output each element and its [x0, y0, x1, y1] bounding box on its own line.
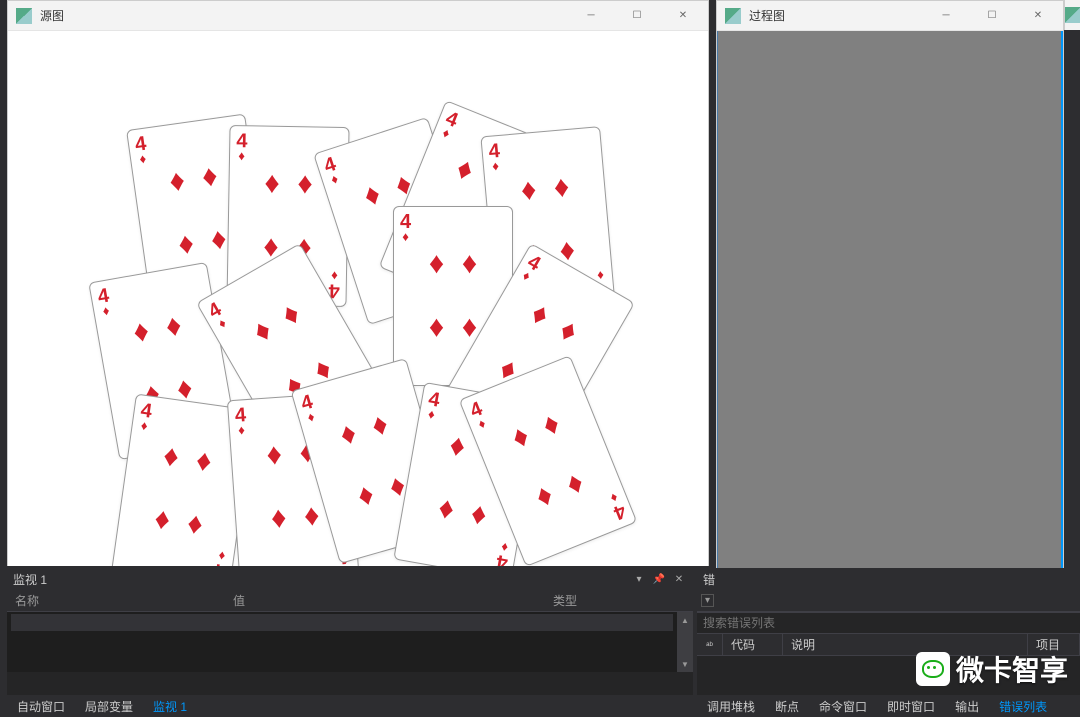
- watch-grid-header: 名称 值 类型: [7, 590, 693, 612]
- app-icon: [16, 8, 32, 24]
- third-window-sliver: [1064, 0, 1080, 30]
- maximize-button[interactable]: ☐: [614, 2, 660, 30]
- watch-panel-title: 监视 1: [13, 571, 47, 588]
- watch-input-row[interactable]: [11, 614, 673, 631]
- col-name[interactable]: 名称: [7, 592, 225, 609]
- error-search-row: [697, 612, 1080, 634]
- source-canvas: 4♦4♦♦♦♦♦4♦4♦♦♦♦♦4♦4♦♦♦♦♦4♦4♦♦♦♦♦4♦4♦♦♦♦♦…: [8, 31, 708, 566]
- tab-immediate[interactable]: 即时窗口: [877, 695, 945, 717]
- tab-commandwindow[interactable]: 命令窗口: [809, 695, 877, 717]
- process-canvas: [717, 31, 1063, 616]
- error-search-input[interactable]: [697, 616, 1080, 630]
- col-type[interactable]: 类型: [545, 592, 693, 609]
- error-col-code[interactable]: 代码: [723, 634, 783, 655]
- error-col-desc[interactable]: 说明: [783, 634, 1028, 655]
- process-image-window: 过程图 ─ ☐ ✕: [716, 0, 1064, 616]
- watch-panel: 监视 1 ▾ 📌 ✕ 名称 值 类型 ▲ ▼: [7, 568, 693, 695]
- close-button[interactable]: ✕: [1015, 2, 1061, 30]
- maximize-button[interactable]: ☐: [969, 2, 1015, 30]
- tab-watch1[interactable]: 监视 1: [143, 695, 197, 717]
- left-tab-strip: 自动窗口 局部变量 监视 1: [7, 695, 693, 717]
- tab-output[interactable]: 输出: [945, 695, 989, 717]
- close-panel-icon[interactable]: ✕: [671, 574, 687, 585]
- window-title: 源图: [40, 7, 568, 24]
- tab-errorlist[interactable]: 错误列表: [989, 695, 1057, 717]
- filter-dropdown[interactable]: ▾: [701, 594, 714, 607]
- error-col-icon[interactable]: ᵃᵇ: [697, 634, 723, 655]
- dropdown-icon[interactable]: ▾: [631, 574, 647, 585]
- tab-locals[interactable]: 局部变量: [75, 695, 143, 717]
- error-filter-row: ▾: [697, 590, 1080, 612]
- pin-icon[interactable]: 📌: [651, 574, 667, 585]
- error-panel-title: 错: [703, 571, 715, 588]
- minimize-button[interactable]: ─: [568, 2, 614, 30]
- error-col-project[interactable]: 项目: [1028, 634, 1080, 655]
- watch-panel-header[interactable]: 监视 1 ▾ 📌 ✕: [7, 568, 693, 590]
- titlebar-source[interactable]: 源图 ─ ☐ ✕: [8, 1, 708, 31]
- watch-grid-body[interactable]: ▲ ▼: [7, 612, 693, 672]
- titlebar-process[interactable]: 过程图 ─ ☐ ✕: [717, 1, 1063, 31]
- tab-callstack[interactable]: 调用堆栈: [697, 695, 765, 717]
- minimize-button[interactable]: ─: [923, 2, 969, 30]
- window-title: 过程图: [749, 7, 923, 24]
- app-icon: [725, 8, 741, 24]
- scroll-down-icon[interactable]: ▼: [677, 656, 693, 672]
- tab-breakpoints[interactable]: 断点: [765, 695, 809, 717]
- source-image-window: 源图 ─ ☐ ✕ 4♦4♦♦♦♦♦4♦4♦♦♦♦♦4♦4♦♦♦♦♦4♦4♦♦♦♦…: [7, 0, 709, 566]
- scrollbar[interactable]: ▲ ▼: [677, 612, 693, 672]
- scroll-up-icon[interactable]: ▲: [677, 612, 693, 628]
- right-tab-strip: 调用堆栈 断点 命令窗口 即时窗口 输出 错误列表: [697, 695, 1080, 717]
- error-panel-header[interactable]: 错: [697, 568, 1080, 590]
- app-icon: [1065, 7, 1080, 23]
- col-value[interactable]: 值: [225, 592, 545, 609]
- close-button[interactable]: ✕: [660, 2, 706, 30]
- error-panel: 错 ▾ ᵃᵇ 代码 说明 项目: [697, 568, 1080, 695]
- error-grid-header: ᵃᵇ 代码 说明 项目: [697, 634, 1080, 656]
- tab-autowindow[interactable]: 自动窗口: [7, 695, 75, 717]
